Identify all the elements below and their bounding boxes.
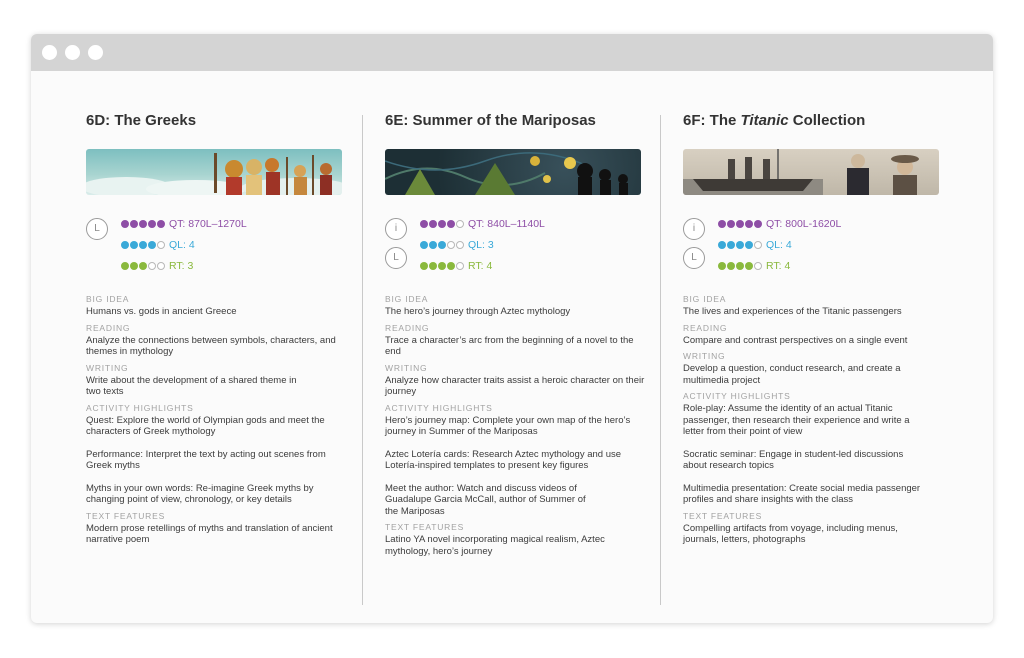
info-badge: i [683, 218, 705, 240]
big-idea-text: Humans vs. gods in ancient Greece [86, 306, 237, 317]
rt-rating-dots [121, 259, 166, 273]
qt-value: 840L–1140L [487, 218, 545, 231]
reading-text: Analyze the connections between symbols,… [86, 334, 336, 358]
activity-highlights-heading: ACTIVITY HIGHLIGHTS [683, 391, 791, 401]
qt-rating-dots [718, 217, 763, 231]
reading-text: Trace a character’s arc from the beginni… [385, 334, 634, 358]
writing-text: Analyze how character traits assist a he… [385, 374, 645, 398]
ql-value: 3 [487, 239, 494, 252]
rt-measure: RT: 4 [420, 259, 492, 273]
unit-title-suffix: Collection [788, 112, 866, 129]
unit-details: BIG IDEA The hero’s journey through Azte… [385, 294, 647, 557]
window-control-dot[interactable] [65, 45, 80, 60]
unit-title-italic: Titanic [740, 112, 789, 129]
rt-value: 4 [486, 260, 493, 273]
writing-text: Write about the development of a shared … [86, 374, 297, 398]
ql-rating-dots [121, 238, 166, 252]
activity-item: Multimedia presentation: Create social m… [683, 482, 921, 506]
qt-measure: QT: 870L–1270L [121, 217, 247, 231]
activity-item: Quest: Explore the world of Olympian god… [86, 414, 325, 438]
ql-label: QL: [468, 239, 485, 252]
lexile-badge: L [683, 247, 705, 269]
unit-columns: 6D: The Greeks L QT: 870L–1270L QL: 4 RT… [31, 71, 993, 623]
qt-measure: QT: 840L–1140L [420, 217, 545, 231]
unit-banner-image [86, 149, 342, 195]
ql-measure: QL: 4 [121, 238, 195, 252]
ql-value: 4 [785, 239, 792, 252]
ql-value: 4 [188, 239, 195, 252]
writing-heading: WRITING [86, 362, 129, 373]
qt-label: QT: [766, 218, 783, 231]
writing-heading: WRITING [683, 351, 726, 361]
browser-window: 6D: The Greeks L QT: 870L–1270L QL: 4 RT… [31, 34, 993, 623]
writing-text: Develop a question, conduct research, an… [683, 363, 901, 386]
text-features-heading: TEXT FEATURES [86, 510, 166, 521]
lexile-badge: L [385, 247, 407, 269]
text-features-heading: TEXT FEATURES [683, 510, 763, 521]
unit-title: 6E: Summer of the Mariposas [385, 112, 596, 129]
activity-item: Myths in your own words: Re-imagine Gree… [86, 482, 314, 506]
window-control-dot[interactable] [42, 45, 57, 60]
unit-banner-image [683, 149, 939, 195]
info-badge: i [385, 218, 407, 240]
qt-value: 800L-1620L [785, 218, 842, 231]
unit-title: 6D: The Greeks [86, 112, 197, 129]
qt-rating-dots [121, 217, 166, 231]
rt-value: 4 [784, 260, 791, 273]
activity-item: Role-play: Assume the identity of an act… [683, 403, 910, 437]
text-features-text: Modern prose retellings of myths and tra… [86, 522, 333, 546]
window-titlebar [31, 34, 993, 71]
text-features-heading: TEXT FEATURES [385, 522, 465, 532]
rt-measure: RT: 4 [718, 259, 790, 273]
activity-item: Performance: Interpret the text by actin… [86, 448, 326, 472]
rt-label: RT: [468, 260, 484, 273]
qt-label: QT: [468, 218, 485, 231]
ql-measure: QL: 4 [718, 238, 792, 252]
activity-item: Socratic seminar: Engage in student-led … [683, 448, 904, 472]
big-idea-heading: BIG IDEA [86, 294, 130, 304]
big-idea-text: The hero’s journey through Aztec mytholo… [385, 306, 571, 317]
lexile-badge: L [86, 218, 108, 240]
ql-rating-dots [718, 238, 763, 252]
qt-value: 870L–1270L [188, 218, 247, 231]
unit-title: 6F: The Titanic Collection [683, 112, 865, 129]
ql-label: QL: [766, 239, 783, 252]
unit-banner-image [385, 149, 641, 195]
reading-heading: READING [683, 322, 728, 333]
unit-details: BIG IDEA Humans vs. gods in ancient Gree… [86, 294, 348, 546]
qt-label: QT: [169, 218, 186, 231]
activity-item: Meet the author: Watch and discuss video… [385, 482, 586, 517]
reading-text: Compare and contrast perspectives on a s… [683, 334, 908, 346]
activity-item: Hero’s journey map: Complete your own ma… [385, 414, 631, 438]
text-features-text: Compelling artifacts from voyage, includ… [683, 522, 898, 546]
activity-item: Aztec Lotería cards: Research Aztec myth… [385, 448, 622, 472]
rt-rating-dots [718, 259, 763, 273]
reading-heading: READING [86, 322, 131, 333]
rt-label: RT: [766, 260, 782, 273]
unit-details: BIG IDEA The lives and experiences of th… [683, 294, 945, 546]
big-idea-heading: BIG IDEA [683, 294, 727, 304]
window-control-dot[interactable] [88, 45, 103, 60]
big-idea-text: The lives and experiences of the Titanic… [683, 306, 902, 317]
ql-label: QL: [169, 239, 186, 252]
rt-rating-dots [420, 259, 465, 273]
qt-measure: QT: 800L-1620L [718, 217, 841, 231]
rt-measure: RT: 3 [121, 259, 193, 273]
ql-measure: QL: 3 [420, 238, 494, 252]
ql-rating-dots [420, 238, 465, 252]
rt-value: 3 [187, 260, 194, 273]
unit-title-prefix: 6F: The [683, 112, 741, 129]
writing-heading: WRITING [385, 362, 428, 373]
column-divider [362, 115, 363, 605]
column-divider [660, 115, 661, 605]
rt-label: RT: [169, 260, 185, 273]
big-idea-heading: BIG IDEA [385, 294, 429, 304]
activity-highlights-heading: ACTIVITY HIGHLIGHTS [86, 402, 194, 413]
qt-rating-dots [420, 217, 465, 231]
text-features-text: Latino YA novel incorporating magical re… [385, 534, 605, 557]
reading-heading: READING [385, 322, 430, 333]
activity-highlights-heading: ACTIVITY HIGHLIGHTS [385, 402, 493, 413]
